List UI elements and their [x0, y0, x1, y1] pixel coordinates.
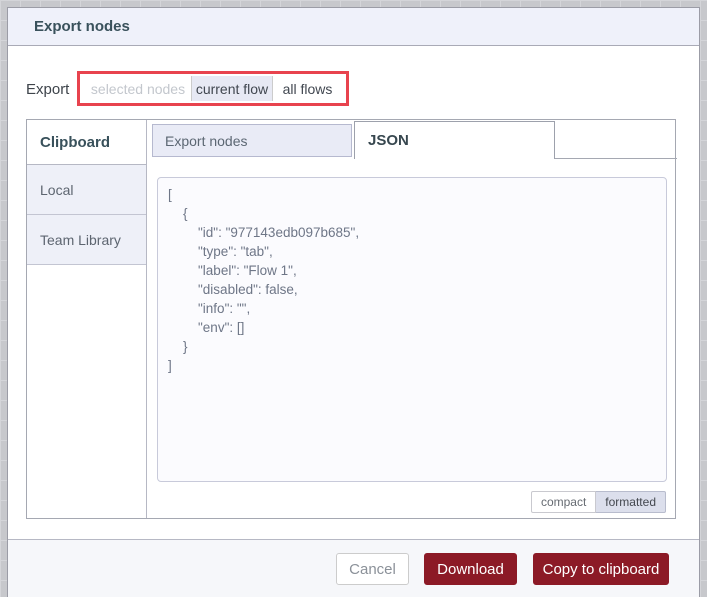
export-scope-button-group: selected nodes current flow all flows — [85, 76, 342, 101]
export-content-panel: Clipboard Local Team Library Export node… — [26, 119, 677, 519]
scope-button-all-flows[interactable]: all flows — [273, 76, 342, 101]
formatted-button[interactable]: formatted — [596, 491, 666, 513]
tab-json[interactable]: JSON — [354, 121, 555, 159]
tab-clipboard[interactable]: Clipboard — [27, 120, 146, 165]
dialog-header: Export nodes — [8, 8, 699, 46]
json-export-textarea[interactable]: [ { "id": "977143edb097b685", "type": "t… — [157, 177, 667, 482]
tab-export-nodes[interactable]: Export nodes — [152, 124, 352, 157]
dialog-title: Export nodes — [34, 18, 130, 35]
download-button[interactable]: Download — [424, 553, 517, 585]
cancel-button[interactable]: Cancel — [336, 553, 409, 585]
json-format-toggle: compact formatted — [530, 491, 666, 513]
scope-button-current-flow[interactable]: current flow — [191, 76, 273, 101]
scope-button-selected-nodes[interactable]: selected nodes — [85, 76, 191, 101]
copy-to-clipboard-button[interactable]: Copy to clipboard — [533, 553, 669, 585]
destination-sidebar: Clipboard Local Team Library — [27, 120, 147, 518]
sidebar-item-team-library[interactable]: Team Library — [27, 215, 146, 265]
sidebar-item-local[interactable]: Local — [27, 165, 146, 215]
json-export-text: [ { "id": "977143edb097b685", "type": "t… — [168, 187, 360, 373]
export-scope-label: Export — [26, 81, 70, 98]
dialog-footer: Cancel Download Copy to clipboard — [8, 539, 699, 597]
export-nodes-dialog: Export nodes Export selected nodes curre… — [7, 7, 700, 597]
compact-button[interactable]: compact — [530, 491, 597, 513]
tabstrip-divider — [555, 158, 677, 159]
